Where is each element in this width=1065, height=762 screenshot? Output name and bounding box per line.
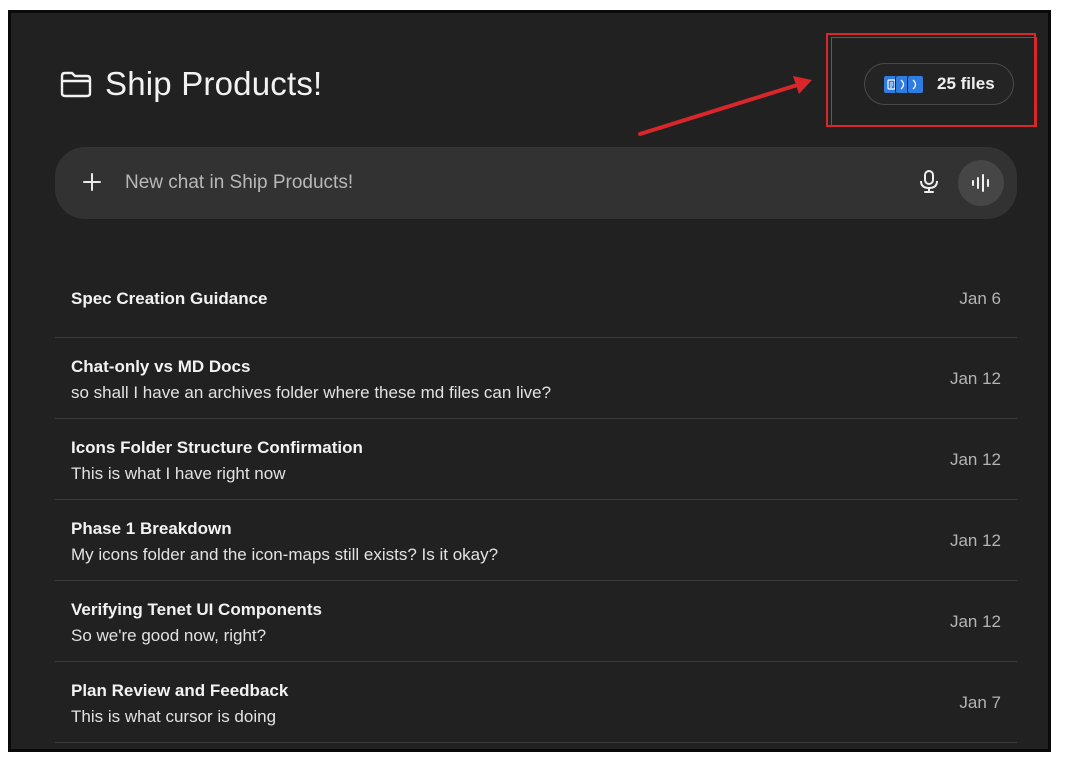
chat-snippet: My icons folder and the icon-maps still … (71, 545, 499, 564)
list-item[interactable]: Chat-only vs MD Docs so shall I have an … (55, 338, 1017, 419)
file-stack-icon (883, 74, 924, 94)
chat-snippet: So we're good now, right? (71, 626, 267, 645)
page-title: Ship Products! (105, 65, 323, 102)
chat-date: Jan 6 (959, 289, 1001, 308)
files-count-label: 25 files (937, 74, 995, 93)
plus-icon[interactable] (81, 171, 103, 193)
list-item[interactable]: Phase 1 Breakdown My icons folder and th… (55, 500, 1017, 581)
chat-date: Jan 12 (949, 531, 1001, 550)
annotation-arrow-icon (638, 76, 812, 136)
file-icon (907, 74, 924, 94)
chat-date: Jan 12 (949, 369, 1001, 388)
folder-icon (59, 69, 93, 99)
project-files-button[interactable]: 25 files (864, 63, 1014, 105)
list-item[interactable]: Verifying Tenet UI Components So we're g… (55, 581, 1017, 662)
voice-mode-icon (972, 174, 989, 192)
list-item[interactable]: Spec Creation Guidance Jan 6 (55, 259, 1017, 338)
chat-title: Icons Folder Structure Confirmation (71, 438, 363, 457)
chat-snippet: This is what I have right now (71, 464, 286, 483)
chat-date: Jan 7 (959, 693, 1001, 712)
chat-date: Jan 12 (949, 612, 1001, 631)
chat-title: Verifying Tenet UI Components (71, 600, 322, 619)
chat-title: Phase 1 Breakdown (71, 519, 232, 538)
new-chat-composer[interactable] (55, 147, 1017, 219)
project-window: Ship Products! 25 files New chat in Ship… (8, 10, 1051, 752)
voice-mode-button[interactable] (958, 160, 1004, 206)
list-item[interactable]: Plan Review and Feedback This is what cu… (55, 662, 1017, 743)
chat-title: Chat-only vs MD Docs (71, 357, 251, 376)
new-chat-input[interactable] (123, 165, 907, 201)
chat-title: Plan Review and Feedback (71, 681, 289, 700)
microphone-icon[interactable] (917, 169, 941, 195)
chat-title: Spec Creation Guidance (71, 289, 268, 308)
chat-list: Spec Creation Guidance Jan 6 Chat-only v… (55, 259, 1017, 743)
chat-date: Jan 12 (949, 450, 1001, 469)
chat-snippet: This is what cursor is doing (71, 707, 277, 726)
project-header: Ship Products! (59, 65, 322, 103)
list-item[interactable]: Icons Folder Structure Confirmation This… (55, 419, 1017, 500)
chat-snippet: so shall I have an archives folder where… (71, 383, 552, 402)
